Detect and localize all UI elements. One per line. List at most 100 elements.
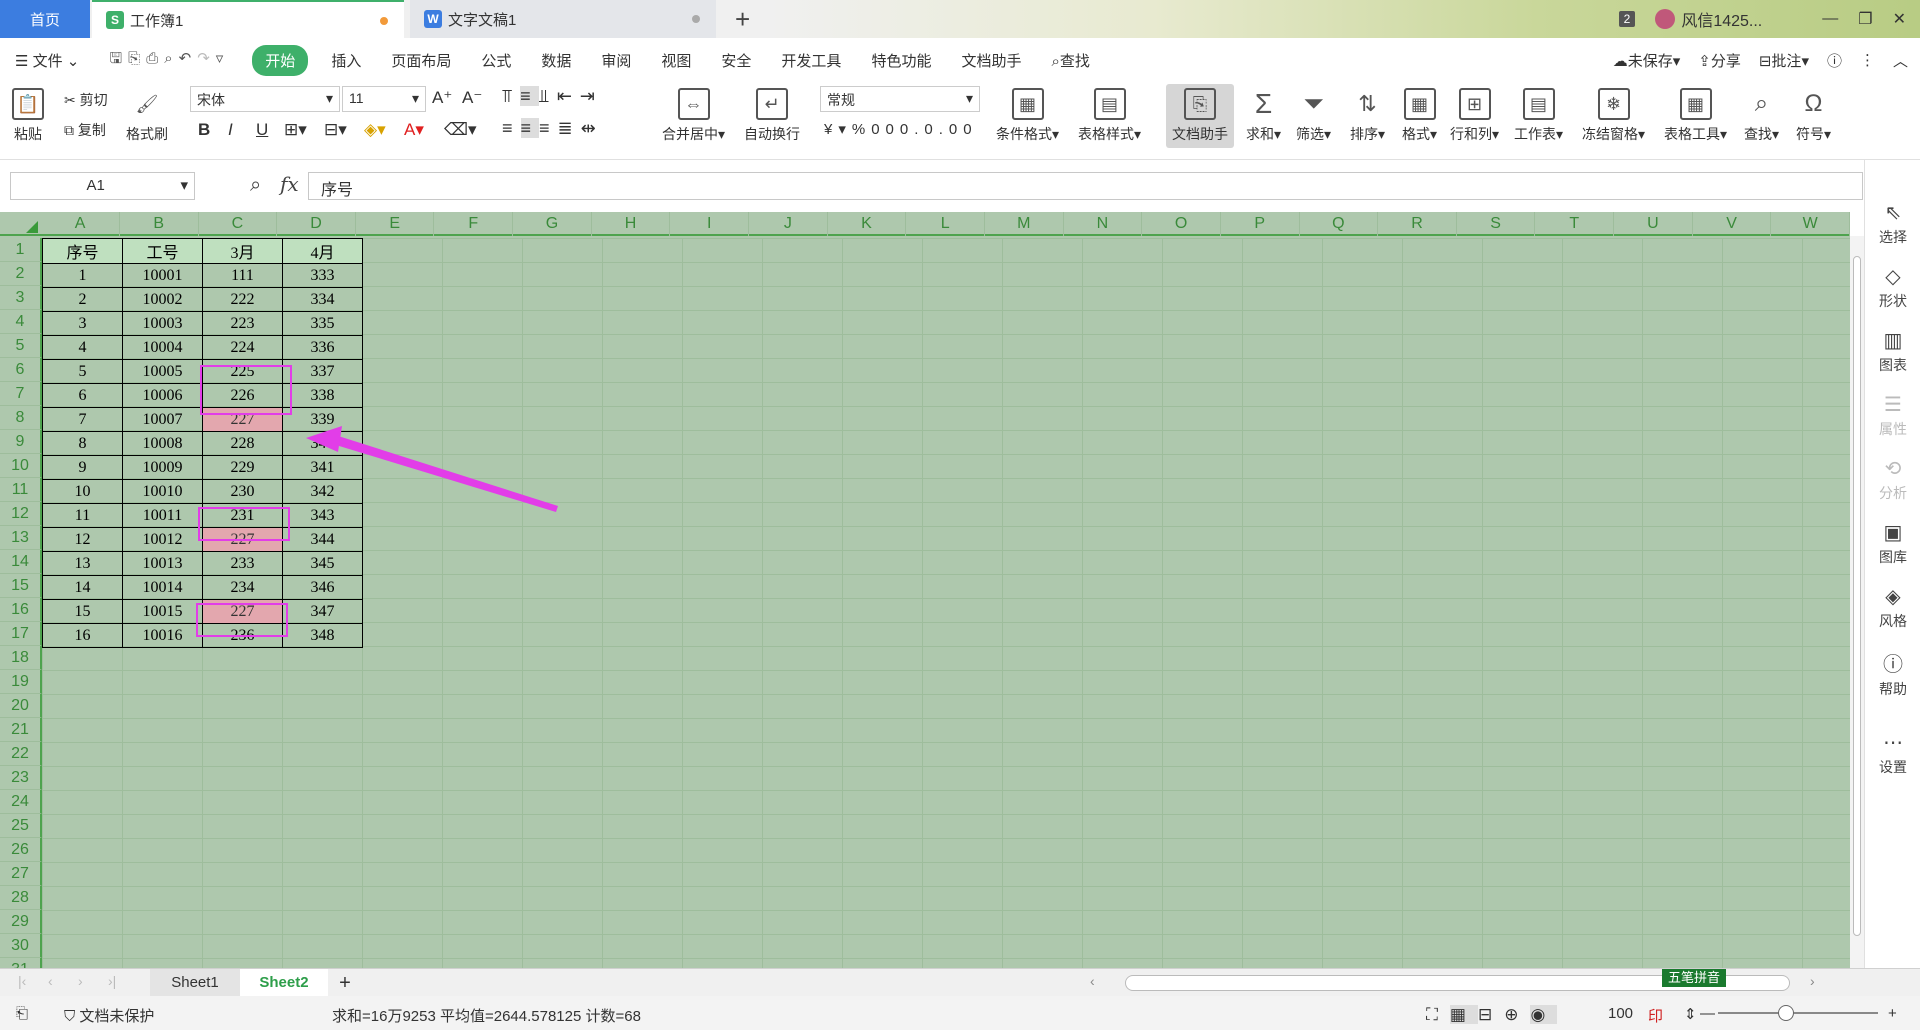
row-header[interactable]: 4 [0,310,42,334]
prev-sheet-icon[interactable]: ‹ [48,973,53,989]
vertical-scroll-thumb[interactable] [1853,256,1861,936]
header-cell[interactable]: 3月 [202,238,283,264]
menu-view[interactable]: 视图 [646,50,706,71]
file-menu[interactable]: ☰ 文件 ⌄ [0,50,94,71]
table-cell[interactable]: 2 [42,287,123,312]
header-cell[interactable]: 工号 [122,238,203,264]
table-cell[interactable]: 5 [42,359,123,384]
cell-area[interactable]: 序号 工号 3月 4月 1 10001 111 333 2 10002 222 334 3 10003 22… [42,238,1850,968]
freeze-button[interactable]: ❄ 冻结窗格▾ [1582,88,1645,144]
font-size-select[interactable]: 11 ▾ [342,86,426,112]
unsaved-button[interactable]: ☁未保存▾ [1613,50,1681,71]
table-cell[interactable]: 229 [202,455,283,480]
table-cell[interactable]: 10008 [122,431,203,456]
scroll-right-icon[interactable]: › [1810,973,1815,989]
row-header[interactable]: 30 [0,934,42,958]
new-tab-button[interactable]: + [735,4,750,35]
font-name-select[interactable]: 宋体 ▾ [190,86,340,112]
worksheet-button[interactable]: ▤ 工作表▾ [1514,88,1563,144]
column-header[interactable]: B [120,212,199,236]
window-count-badge[interactable]: 2 [1618,11,1636,27]
table-cell[interactable]: 10 [42,479,123,504]
find-button[interactable]: ⌕ 查找▾ [1744,88,1779,144]
menu-security[interactable]: 安全 [706,50,766,71]
table-cell[interactable]: 346 [282,575,363,600]
undo-icon[interactable]: ↶ [179,50,198,67]
row-header[interactable]: 27 [0,862,42,886]
minimize-icon[interactable]: — [1822,10,1838,28]
help-icon[interactable]: ⓘ [1827,50,1842,71]
table-tools-button[interactable]: ▦ 表格工具▾ [1664,88,1727,144]
column-header[interactable]: A [41,212,120,236]
row-header[interactable]: 25 [0,814,42,838]
status-sheet-icon[interactable]: ⎗ [16,1005,28,1022]
menu-start[interactable]: 开始 [252,44,309,76]
more-icon[interactable]: ⋮ [1860,51,1875,69]
row-header[interactable]: 16 [0,598,42,622]
column-header[interactable]: U [1614,212,1693,236]
table-cell[interactable]: 343 [282,503,363,528]
row-col-button[interactable]: ⊞ 行和列▾ [1450,88,1499,144]
copy-button[interactable]: ⧉ 复制 [64,120,106,140]
align-right-icon[interactable]: ≡ [539,118,558,138]
table-cell[interactable]: 10014 [122,575,203,600]
table-cell[interactable]: 224 [202,335,283,360]
menu-features[interactable]: 特色功能 [856,50,946,71]
percent-icon[interactable]: % [852,121,871,138]
table-cell[interactable]: 337 [282,359,363,384]
row-header[interactable]: 17 [0,622,42,646]
column-header[interactable]: C [199,212,278,236]
align-center-icon[interactable]: ≡ [520,118,540,138]
tab-workbook[interactable]: S 工作簿1 [92,0,404,38]
format-painter-button[interactable]: 🖌 格式刷 [126,88,168,144]
table-cell[interactable]: 111 [202,263,283,288]
zoom-formula-icon[interactable]: ⌕ [250,174,261,197]
user-avatar[interactable]: 风信1425... [1655,7,1762,31]
row-header[interactable]: 19 [0,670,42,694]
page-layout-icon[interactable]: ⊕ [1504,1005,1530,1024]
sidebar-properties[interactable]: ☰ 属性 [1865,392,1920,439]
tab-document[interactable]: W 文字文稿1 [410,0,716,38]
redo-icon[interactable]: ↷ [197,50,216,67]
preview-icon[interactable]: ⌕ [164,50,178,67]
row-header[interactable]: 2 [0,262,42,286]
thousands-icon[interactable]: 000 [871,121,914,138]
table-cell[interactable]: 230 [202,479,283,504]
table-cell[interactable]: 348 [282,623,363,648]
restore-icon[interactable]: ❐ [1858,9,1872,29]
table-cell[interactable]: 338 [282,383,363,408]
column-header[interactable]: T [1535,212,1615,236]
name-box[interactable]: A1 ▾ [10,172,195,200]
table-cell[interactable]: 3 [42,311,123,336]
distribute-icon[interactable]: ⇹ [581,118,604,138]
table-cell[interactable]: 10011 [122,503,203,528]
table-cell[interactable]: 336 [282,335,363,360]
table-cell[interactable]: 10001 [122,263,203,288]
sum-button[interactable]: Σ 求和▾ [1246,88,1281,144]
sidebar-chart[interactable]: ▥ 图表 [1865,328,1920,375]
table-cell[interactable]: 342 [282,479,363,504]
vertical-align-group[interactable]: ⫪≡⫫⇤⇥ [502,86,603,107]
merge-center-button[interactable]: ⇔ 合并居中▾ [662,88,725,144]
collapse-ribbon-icon[interactable]: ︿ [1893,50,1908,71]
row-header[interactable]: 22 [0,742,42,766]
table-cell[interactable]: 228 [202,431,283,456]
number-format-select[interactable]: 常规 ▾ [820,86,980,112]
row-header[interactable]: 7 [0,382,42,406]
sidebar-shape[interactable]: ◇ 形状 [1865,264,1920,311]
column-header[interactable]: K [828,212,907,236]
table-cell[interactable]: 10015 [122,599,203,624]
table-cell[interactable]: 344 [282,527,363,552]
horizontal-align-group[interactable]: ≡≡≡≣⇹ [502,118,604,139]
align-top-icon[interactable]: ⫪ [502,86,520,106]
justify-icon[interactable]: ≣ [558,118,581,138]
table-cell[interactable]: 347 [282,599,363,624]
menu-insert[interactable]: 插入 [316,50,376,71]
close-icon[interactable]: ✕ [1893,9,1906,29]
sidebar-select[interactable]: ⇖ 选择 [1865,200,1920,247]
table-cell[interactable]: 13 [42,551,123,576]
menu-developer[interactable]: 开发工具 [766,50,856,71]
scroll-left-icon[interactable]: ‹ [1090,973,1095,989]
table-cell[interactable]: 10009 [122,455,203,480]
table-cell[interactable]: 10004 [122,335,203,360]
